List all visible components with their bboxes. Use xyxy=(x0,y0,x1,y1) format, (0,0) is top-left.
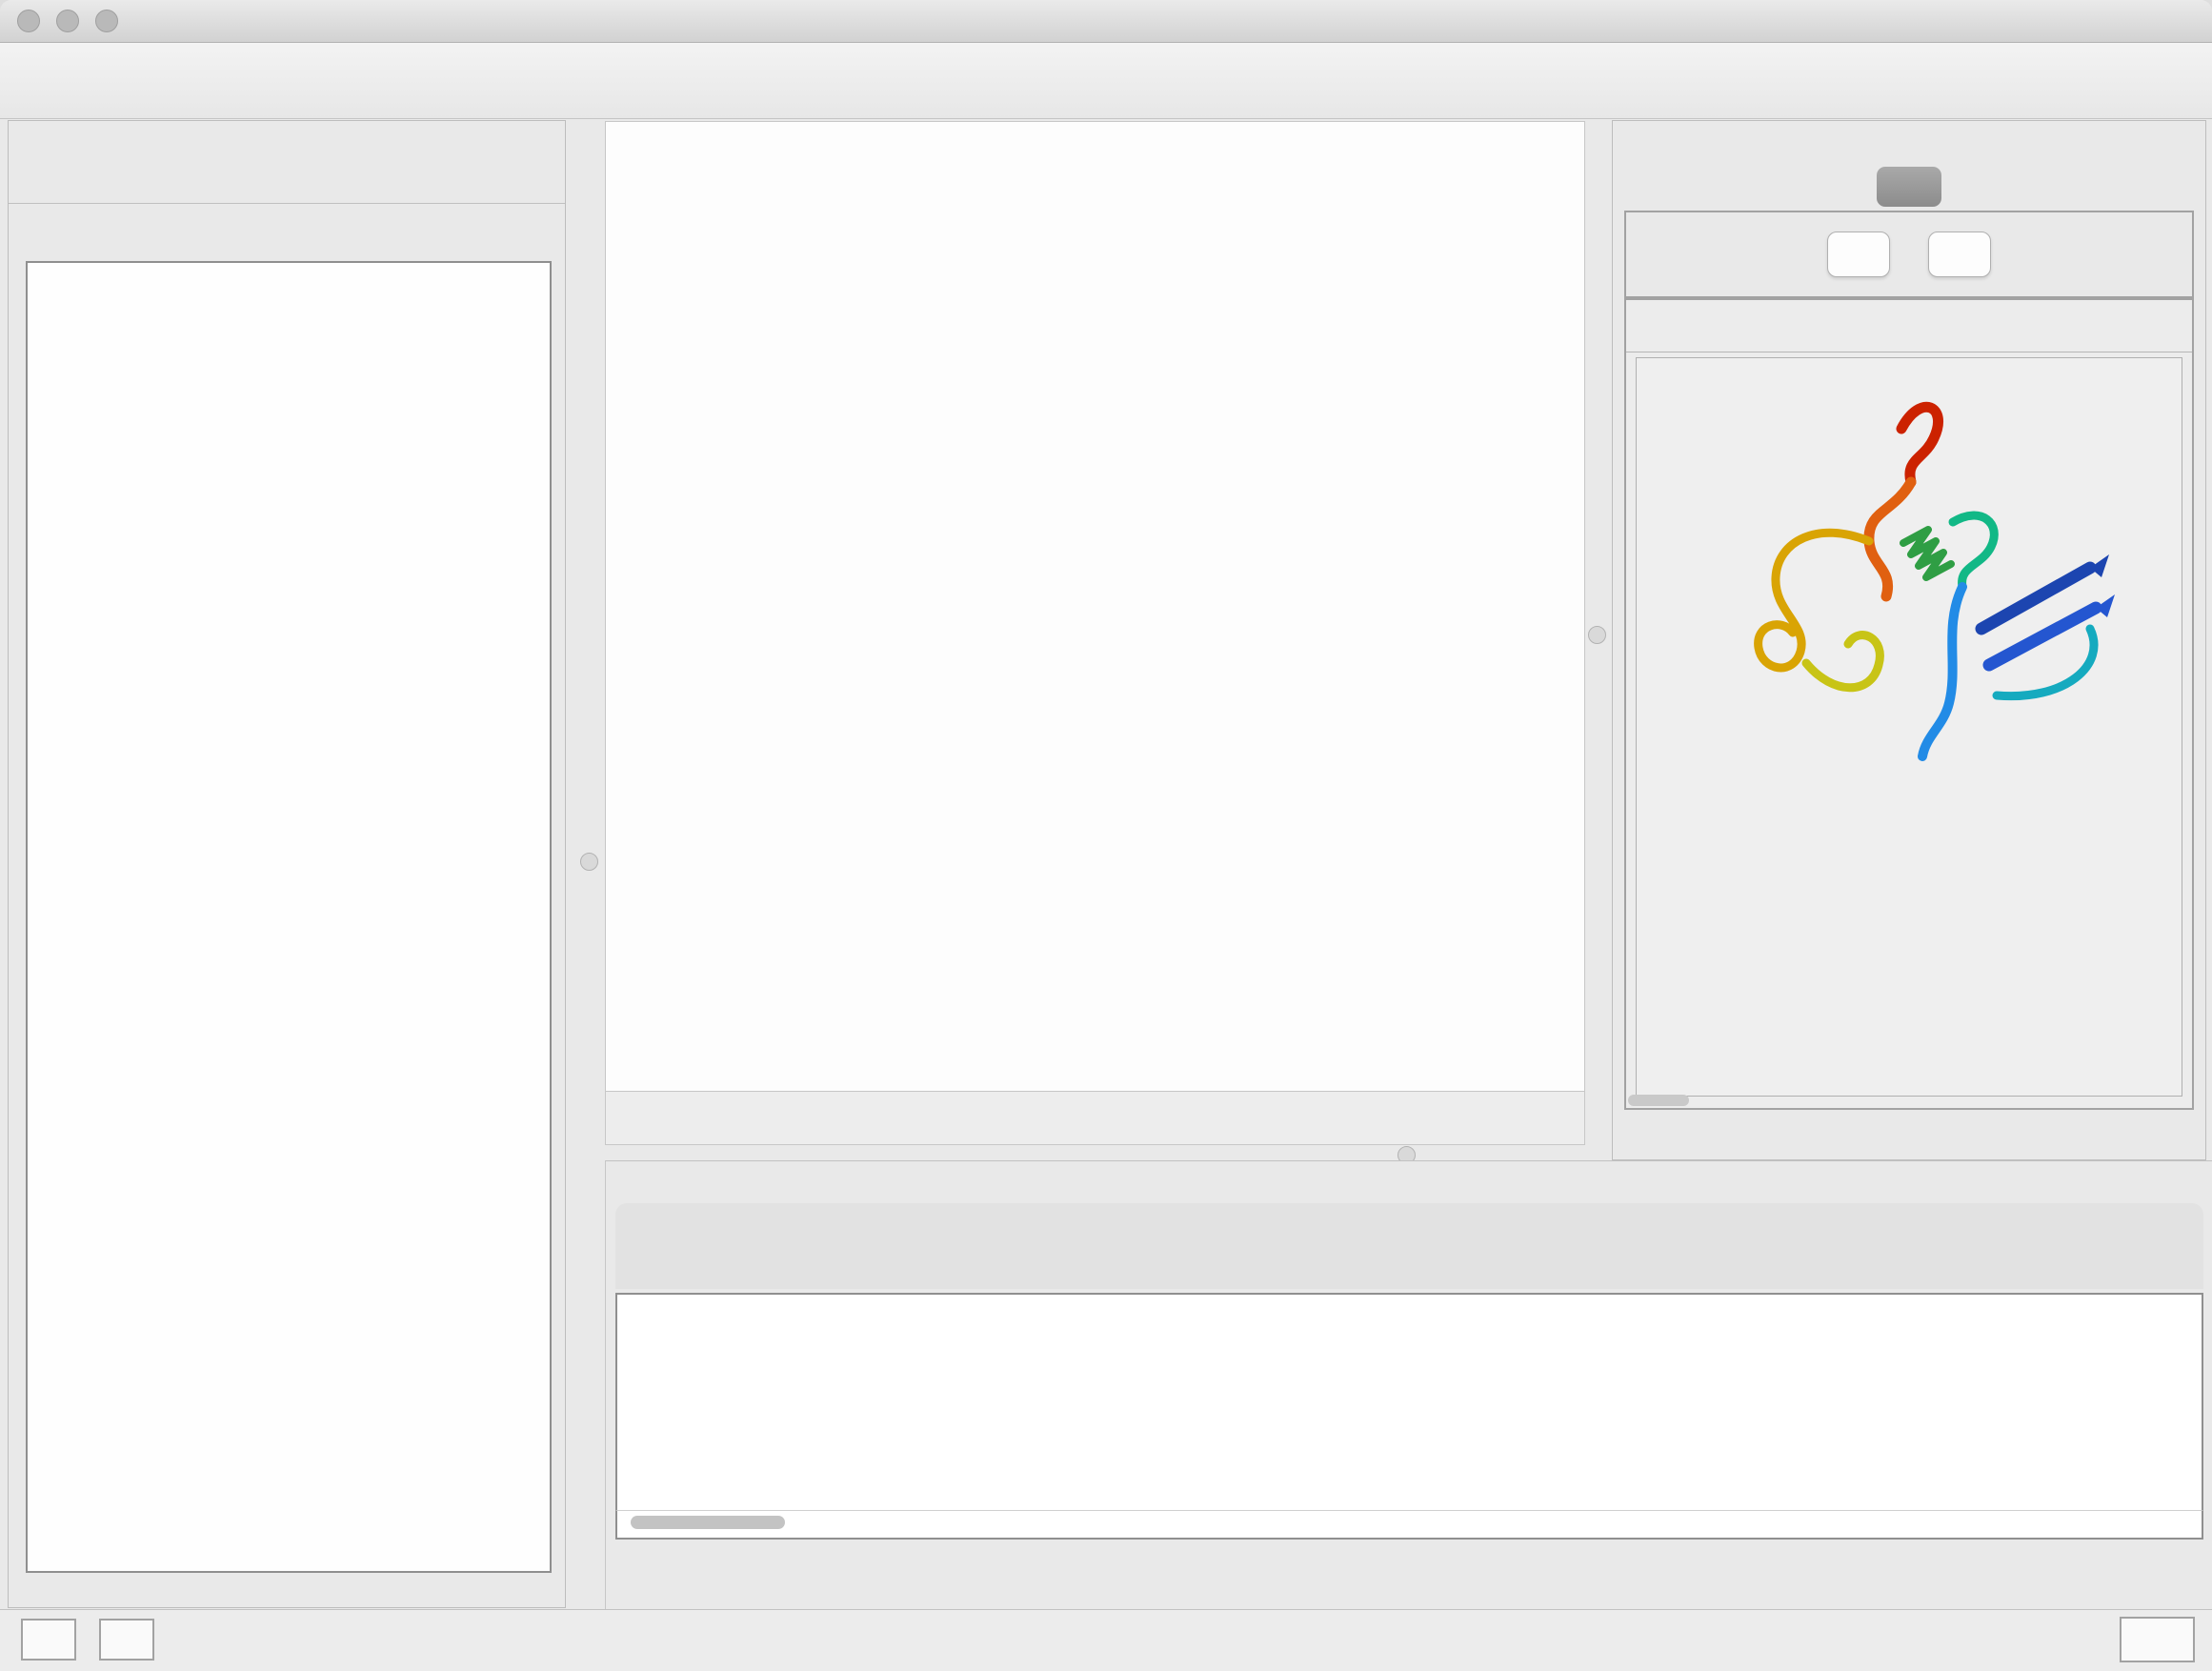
network-list xyxy=(26,261,552,1573)
close-window-icon[interactable] xyxy=(17,10,40,32)
table-panel xyxy=(605,1160,2212,1611)
table-hscroll xyxy=(615,1510,2203,1540)
results-actions xyxy=(1624,211,2194,298)
expand-all-networks-icon[interactable] xyxy=(70,218,96,245)
network-canvas[interactable] xyxy=(606,122,1582,1090)
warnings-button[interactable] xyxy=(99,1619,154,1661)
node-table xyxy=(615,1293,2203,1514)
table-hscroll-thumb[interactable] xyxy=(631,1516,785,1529)
left-splitter-handle[interactable] xyxy=(580,853,598,871)
memory-button[interactable] xyxy=(2120,1617,2195,1662)
protein-structure-image xyxy=(1665,379,2182,794)
memory-status-dot xyxy=(2137,1628,2161,1652)
gene-description xyxy=(1637,358,2182,373)
network-view[interactable] xyxy=(605,121,1585,1145)
results-hscroll-thumb[interactable] xyxy=(1628,1095,1689,1106)
traffic-lights xyxy=(17,10,118,32)
minimize-window-icon[interactable] xyxy=(56,10,79,32)
titlebar xyxy=(0,0,2212,43)
tab-string[interactable] xyxy=(1877,167,1941,207)
network-list-header xyxy=(9,204,565,259)
control-panel-header xyxy=(9,121,565,161)
gene-entry-header[interactable] xyxy=(1626,300,2192,352)
table-toolbar xyxy=(615,1203,2203,1289)
control-panel-body xyxy=(9,203,565,1607)
zoom-window-icon[interactable] xyxy=(95,10,118,32)
collapse-all-networks-icon[interactable] xyxy=(28,218,54,245)
right-splitter-handle[interactable] xyxy=(1588,626,1606,644)
table-panel-header xyxy=(606,1161,2212,1201)
expand-all-button[interactable] xyxy=(1827,232,1890,277)
network-options-gear-icon[interactable] xyxy=(519,218,546,245)
main-toolbar xyxy=(0,43,2212,119)
collapse-all-button[interactable] xyxy=(1928,232,1991,277)
results-entry-panel xyxy=(1624,298,2194,1110)
collapse-entry-icon[interactable] xyxy=(1689,312,1716,339)
cloud-button[interactable] xyxy=(21,1619,76,1661)
app-window xyxy=(0,0,2212,1671)
control-panel xyxy=(8,120,566,1608)
network-view-toolbar xyxy=(606,1091,1584,1144)
results-panel-header xyxy=(1613,121,2205,161)
gene-entry-body xyxy=(1636,357,2182,1097)
status-bar xyxy=(0,1609,2212,1671)
results-panel xyxy=(1612,120,2206,1160)
